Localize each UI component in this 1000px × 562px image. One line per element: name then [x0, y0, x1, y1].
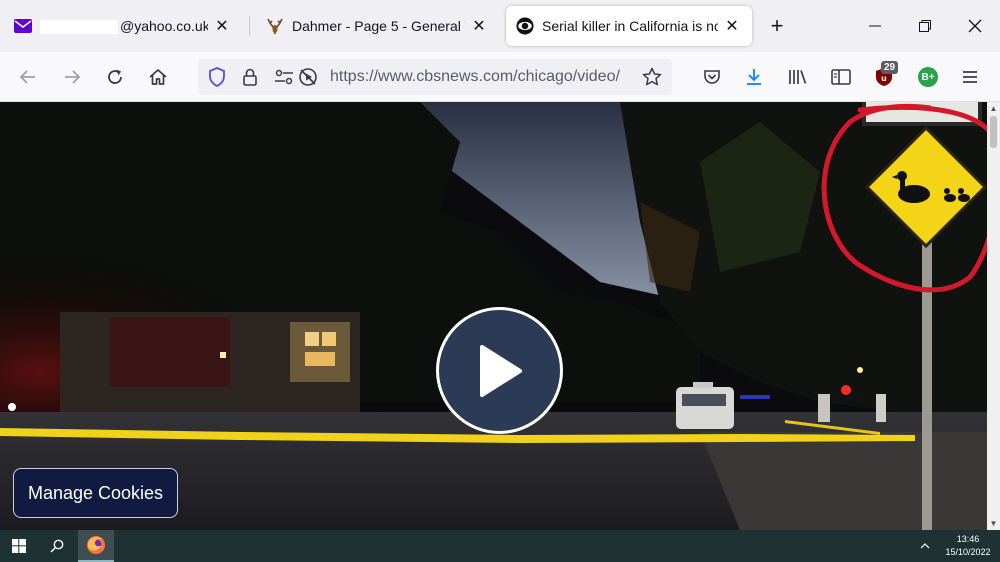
- sidebar-icon[interactable]: [825, 61, 857, 93]
- firefox-taskbar-button[interactable]: [78, 530, 114, 562]
- redacted-email: [40, 20, 118, 35]
- back-arrow-icon[interactable]: [12, 61, 44, 93]
- lock-icon[interactable]: [240, 67, 260, 87]
- windows-taskbar: 13:46 15/10/2022: [0, 530, 1000, 562]
- ublock-badge: 29: [881, 61, 899, 74]
- tab-cbs-news[interactable]: Serial killer in California is not ✕: [506, 6, 752, 46]
- deer-icon: [266, 17, 284, 35]
- mail-icon: [14, 17, 32, 35]
- firefox-icon: [87, 536, 105, 554]
- play-button[interactable]: [436, 307, 563, 434]
- menu-icon[interactable]: [954, 61, 986, 93]
- forward-arrow-icon[interactable]: [56, 61, 88, 93]
- close-tab-icon[interactable]: ✕: [469, 16, 489, 36]
- minimize-button[interactable]: [852, 8, 898, 44]
- page-scrollbar[interactable]: ▲ ▼: [987, 102, 1000, 530]
- reload-icon[interactable]: [99, 61, 131, 93]
- tracking-protection-shield-icon[interactable]: [207, 67, 227, 87]
- url-text[interactable]: https://www.cbsnews.com/chicago/video/: [330, 68, 635, 86]
- tab-title: @yahoo.co.uk -: [120, 17, 208, 34]
- close-tab-icon[interactable]: ✕: [212, 16, 232, 36]
- close-tab-icon[interactable]: ✕: [722, 16, 742, 36]
- library-icon[interactable]: [782, 61, 814, 93]
- clock-time: 13:46: [956, 534, 980, 544]
- tab-yahoo-mail[interactable]: @yahoo.co.uk - ✕: [4, 6, 242, 46]
- privacy-grade-badge[interactable]: B+: [918, 67, 938, 87]
- windows-start-icon[interactable]: [0, 530, 38, 562]
- close-window-button[interactable]: [952, 8, 998, 44]
- cbs-eye-icon: [516, 17, 534, 35]
- scroll-down-arrow-icon[interactable]: ▼: [989, 519, 998, 528]
- autoplay-blocked-icon[interactable]: [298, 67, 318, 87]
- svg-text:u: u: [881, 74, 887, 83]
- address-bar[interactable]: https://www.cbsnews.com/chicago/video/: [198, 59, 672, 95]
- scrollbar-thumb[interactable]: [990, 116, 997, 148]
- tab-title: Dahmer - Page 5 - General Ta: [292, 18, 465, 34]
- permissions-icon[interactable]: [274, 67, 294, 87]
- search-icon[interactable]: [38, 530, 76, 562]
- home-icon[interactable]: [142, 61, 174, 93]
- downloads-icon[interactable]: [738, 61, 770, 93]
- clock-date: 15/10/2022: [945, 547, 991, 557]
- tray-chevron-up-icon[interactable]: [914, 530, 936, 562]
- manage-cookies-button[interactable]: Manage Cookies: [13, 468, 178, 518]
- new-tab-button[interactable]: +: [764, 13, 790, 39]
- system-clock[interactable]: 13:46 15/10/2022: [940, 533, 996, 559]
- tab-dahmer[interactable]: Dahmer - Page 5 - General Ta ✕: [256, 6, 499, 46]
- tab-divider: [249, 16, 250, 36]
- scroll-up-arrow-icon[interactable]: ▲: [989, 104, 998, 113]
- bookmark-star-icon[interactable]: [642, 67, 662, 87]
- tab-strip: @yahoo.co.uk - ✕ Dahmer - Page 5 - Gener…: [0, 0, 1000, 52]
- pocket-icon[interactable]: [696, 61, 728, 93]
- navigation-toolbar: https://www.cbsnews.com/chicago/video/ u: [0, 52, 1000, 102]
- play-icon: [479, 344, 522, 397]
- tab-title: Serial killer in California is not: [542, 18, 718, 34]
- video-player[interactable]: [0, 102, 987, 530]
- restore-button[interactable]: [902, 8, 948, 44]
